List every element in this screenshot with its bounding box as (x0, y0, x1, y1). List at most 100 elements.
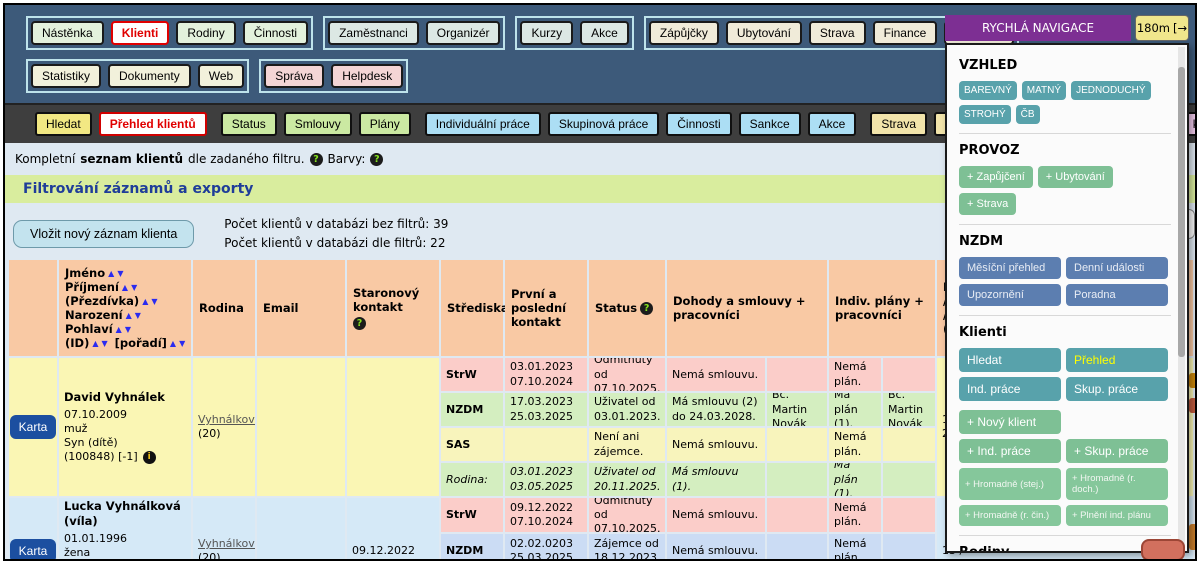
toolbar-status[interactable]: Status (221, 112, 277, 136)
add-strava-button[interactable]: + Strava (959, 193, 1016, 215)
theme-jednoduchy[interactable]: JEDNODUCHÝ (1071, 81, 1150, 100)
new-client-button[interactable]: Vložit nový záznam klienta (13, 220, 194, 248)
add-zapujceni-button[interactable]: + Zapůjčení (959, 166, 1033, 188)
sort-desc-icon[interactable]: ▼ (125, 325, 131, 334)
add-plneni-ind-planu[interactable]: + Plnění ind. plánu (1066, 505, 1168, 526)
toolbar-sankce[interactable]: Sankce (739, 112, 801, 136)
karta-button[interactable]: Karta (10, 539, 57, 561)
section-nzdm: NZDM Měsíční přehled Denní události Upoz… (959, 224, 1171, 315)
nav-finance[interactable]: Finance (873, 21, 938, 45)
nav-organizer[interactable]: Organizér (426, 21, 501, 45)
sort-prezdivka[interactable]: (Přezdívka) (65, 294, 139, 308)
sort-jmeno[interactable]: Jméno (65, 266, 105, 280)
info-icon[interactable]: i (143, 451, 156, 464)
sort-pohlavi[interactable]: Pohlaví (65, 322, 113, 336)
nav-nastenka[interactable]: Nástěnka (31, 21, 104, 45)
sort-asc-icon[interactable]: ▲ (170, 339, 176, 348)
nzdm-denni-udalosti[interactable]: Denní události (1066, 257, 1168, 279)
nav-kurzy[interactable]: Kurzy (520, 21, 573, 45)
sort-desc-icon[interactable]: ▼ (151, 297, 157, 306)
sort-desc-icon[interactable]: ▼ (102, 339, 108, 348)
sort-asc-icon[interactable]: ▲ (122, 283, 128, 292)
klienti-skup-prace[interactable]: Skup. práce (1066, 377, 1168, 401)
nav-sprava[interactable]: Správa (264, 64, 324, 88)
sort-prijmeni[interactable]: Příjmení (65, 280, 119, 294)
sort-desc-icon[interactable]: ▼ (179, 339, 185, 348)
nav-group-staff: Zaměstnanci Organizér (323, 16, 505, 50)
add-hromadne-stej[interactable]: + Hromadně (stej.) (959, 468, 1061, 500)
nav-klienti[interactable]: Klienti (111, 21, 170, 45)
nzdm-poradna[interactable]: Poradna (1066, 284, 1168, 306)
nav-statistiky[interactable]: Statistiky (31, 64, 101, 88)
toolbar-plany[interactable]: Plány (359, 112, 411, 136)
sort-desc-icon[interactable]: ▼ (131, 283, 137, 292)
family-link[interactable]: Vyhnálkovi (198, 537, 250, 551)
toolbar-strava[interactable]: Strava (870, 112, 927, 136)
toolbar-cinnosti[interactable]: Činnosti (666, 112, 731, 136)
sort-desc-icon[interactable]: ▼ (135, 311, 141, 320)
sort-poradi[interactable]: [pořadí] (115, 336, 167, 350)
toolbar-akce[interactable]: Akce (808, 112, 857, 136)
theme-cb[interactable]: ČB (1016, 105, 1040, 124)
nzdm-mesicni-prehled[interactable]: Měsíční přehled (959, 257, 1061, 279)
klienti-ind-prace[interactable]: Ind. práce (959, 377, 1061, 401)
scrollbar-thumb[interactable] (1178, 67, 1185, 357)
klienti-prehled[interactable]: Přehled (1066, 348, 1168, 372)
section-title: NZDM (959, 234, 1171, 249)
nav-helpdesk[interactable]: Helpdesk (331, 64, 403, 88)
nav-akce[interactable]: Akce (580, 21, 629, 45)
nav-dokumenty[interactable]: Dokumenty (108, 64, 191, 88)
help-icon[interactable]: ? (353, 317, 366, 330)
contact-dates: 02.02.020325.03.2025 (505, 534, 587, 561)
theme-strohy[interactable]: STROHÝ (959, 105, 1011, 124)
nav-strava[interactable]: Strava (809, 21, 866, 45)
contract-cell: Má smlouvu (2) do 24.03.2028. (667, 393, 765, 426)
toolbar-smlouvy[interactable]: Smlouvy (284, 112, 352, 136)
panel-scrollbar[interactable] (1178, 47, 1185, 549)
toolbar-prehled-klientu[interactable]: Přehled klientů (99, 112, 207, 136)
nav-zamestnanci[interactable]: Zaměstnanci (328, 21, 419, 45)
sort-id[interactable]: (ID) (65, 336, 89, 350)
logout-icon: [→ (1173, 21, 1187, 35)
toolbar-skupinova-prace[interactable]: Skupinová práce (548, 112, 659, 136)
help-icon[interactable]: ? (640, 302, 653, 315)
add-ubytovani-button[interactable]: + Ubytování (1038, 166, 1113, 188)
description-suffix: dle zadaného filtru. (188, 152, 304, 166)
session-logout-button[interactable]: 180m [→ (1135, 15, 1189, 41)
nav-ubytovani[interactable]: Ubytování (726, 21, 802, 45)
nzdm-upozorneni[interactable]: Upozornění (959, 284, 1061, 306)
nav-rodiny[interactable]: Rodiny (176, 21, 235, 45)
add-skup-prace[interactable]: + Skup. práce (1066, 439, 1168, 463)
nav-zapujcky[interactable]: Zápůjčky (649, 21, 719, 45)
sort-asc-icon[interactable]: ▲ (92, 339, 98, 348)
nav-web[interactable]: Web (198, 64, 244, 88)
app-window: Nástěnka Klienti Rodiny Činnosti Zaměstn… (3, 3, 1197, 561)
section-title: VZHLED (959, 58, 1171, 73)
sort-asc-icon[interactable]: ▲ (116, 325, 122, 334)
barvy-label: Barvy: (328, 152, 366, 166)
toolbar-individualni-prace[interactable]: Individuální práce (425, 112, 541, 136)
klienti-hledat[interactable]: Hledat (959, 348, 1061, 372)
karta-button[interactable]: Karta (10, 415, 57, 439)
sort-narozeni[interactable]: Narození (65, 308, 123, 322)
theme-barevny[interactable]: BAREVNÝ (959, 81, 1017, 100)
contract-cell: Nemá smlouvu. (667, 358, 765, 391)
sort-asc-icon[interactable]: ▲ (126, 311, 132, 320)
toolbar-hledat[interactable]: Hledat (35, 112, 92, 136)
quick-nav-header[interactable]: RYCHLÁ NAVIGACE (945, 15, 1131, 41)
add-ind-prace[interactable]: + Ind. práce (959, 439, 1061, 463)
nav-cinnosti[interactable]: Činnosti (243, 21, 308, 45)
help-icon[interactable]: ? (310, 153, 323, 166)
sort-desc-icon[interactable]: ▼ (117, 269, 123, 278)
sort-asc-icon[interactable]: ▲ (108, 269, 114, 278)
help-icon[interactable]: ? (370, 153, 383, 166)
sort-asc-icon[interactable]: ▲ (142, 297, 148, 306)
theme-matny[interactable]: MATNÝ (1022, 81, 1066, 100)
add-hromadne-r-doch[interactable]: + Hromadně (r. doch.) (1066, 468, 1168, 500)
family-link[interactable]: Vyhnálkovi (198, 413, 250, 427)
plan-cell: Nemá plán. (829, 358, 881, 391)
add-hromadne-r-cin[interactable]: + Hromadně (r. čin.) (959, 505, 1061, 526)
add-novy-klient[interactable]: + Nový klient (959, 410, 1061, 434)
nav-group-events: Kurzy Akce (515, 16, 633, 50)
header-plany: Indiv. plány + pracovníci (829, 260, 935, 356)
